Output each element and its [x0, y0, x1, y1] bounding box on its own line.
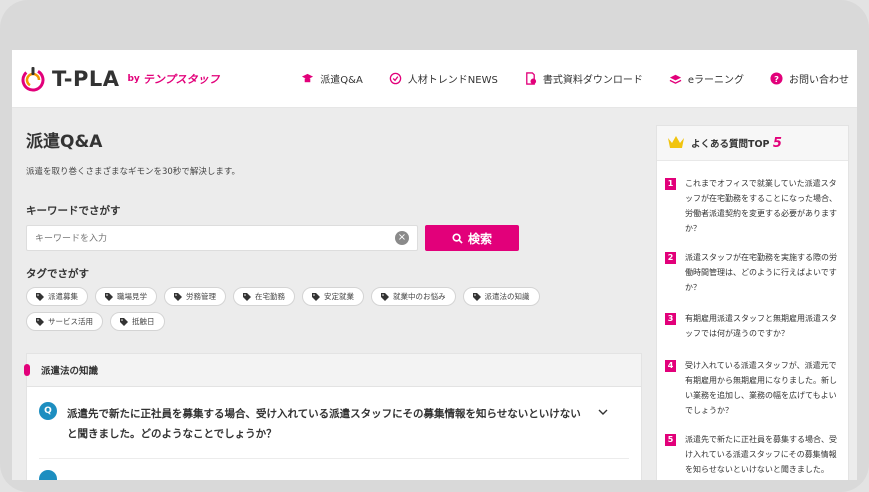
tag-icon	[472, 292, 481, 301]
tag-chip-label: 派遣募集	[48, 292, 78, 301]
tag-chip[interactable]: 労務管理	[164, 287, 226, 306]
nav-qa-label: 派遣Q&A	[320, 75, 363, 86]
sidebar-title-number: 5	[772, 136, 782, 151]
rank-number: 5	[665, 434, 676, 446]
rank-number: 1	[665, 178, 676, 190]
tag-icon	[174, 292, 182, 301]
logo-text: T-PLA	[52, 67, 120, 91]
tag-chip-label: 派遣法の知識	[484, 292, 530, 301]
faq-item-text: 派遣先で新たに正社員を募集する場合、受け入れている派遣スタッフにその募集情報を知…	[685, 435, 837, 474]
faq-item-text: 受け入れている派遣スタッフが、派遣元で有期雇用から無期雇用になりました。新しい業…	[685, 361, 837, 415]
tag-chip[interactable]: 安定就業	[302, 287, 364, 306]
question-line-1: 派遣先で新たに正社員を募集する場合、受け入れている派遣スタッフにその募集情報を知…	[67, 408, 581, 420]
document-download-icon	[525, 72, 536, 85]
search-icon	[452, 232, 463, 244]
books-icon	[669, 74, 682, 84]
tag-chip[interactable]: 職場見学	[95, 287, 157, 306]
tag-icon	[36, 292, 44, 301]
chevron-down-icon[interactable]	[597, 406, 609, 418]
main-content: 派遣Q&A 派遣を取り巻くさまざまなギモンを30秒で解決します。 キーワードでさ…	[24, 107, 642, 480]
sidebar-header: よくある質問TOP 5	[657, 126, 848, 161]
svg-text:?: ?	[774, 74, 779, 84]
sidebar-title: よくある質問TOP 5	[691, 136, 782, 151]
tag-chip[interactable]: 派遣法の知識	[462, 287, 540, 306]
tag-chip-label: 抵触日	[132, 317, 155, 326]
tag-chip-label: 労務管理	[186, 292, 216, 301]
tag-chip-label: 在宅勤務	[255, 292, 285, 301]
tag-chip-label: 職場見学	[117, 292, 147, 301]
nav-download-label: 書式資料ダウンロード	[542, 75, 643, 86]
rank-number: 4	[665, 360, 676, 372]
tag-chip[interactable]: サービス活用	[26, 312, 103, 331]
keyword-search-label: キーワードでさがす	[26, 205, 121, 217]
browser-viewport: T-PLA by テンプスタッフ 派遣Q&A 人材トレンドNEWS 書式資料ダウ…	[12, 50, 857, 480]
faq-item-text: これまでオフィスで就業していた派遣スタッフが在宅勤務をすることになった場合、労働…	[685, 179, 837, 233]
check-circle-icon	[389, 72, 402, 85]
main-nav: 派遣Q&A 人材トレンドNEWS 書式資料ダウンロード eラーニング ? お問い…	[301, 50, 849, 107]
section-marker	[24, 364, 30, 376]
search-button-label: 検索	[467, 231, 492, 246]
tag-icon	[381, 292, 389, 301]
site-header: T-PLA by テンプスタッフ 派遣Q&A 人材トレンドNEWS 書式資料ダウ…	[12, 50, 857, 108]
tag-icon	[105, 292, 113, 301]
faq-item-text: 有期雇用派遣スタッフと無期雇用派遣スタッフでは何が違うのですか？	[685, 314, 837, 338]
qa-section: 派遣法の知識 Q 派遣先で新たに正社員を募集する場合、受け入れている派遣スタッフ…	[24, 353, 642, 480]
rank-number: 3	[665, 313, 676, 325]
question-text: 派遣先で新たに正社員を募集する場合、受け入れている派遣スタッフにその募集情報を知…	[67, 404, 597, 444]
question-icon: ?	[770, 72, 783, 85]
nav-elearning-label: eラーニング	[687, 75, 744, 86]
device-frame: T-PLA by テンプスタッフ 派遣Q&A 人材トレンドNEWS 書式資料ダウ…	[0, 0, 869, 492]
tag-chip-label: 就業中のお悩み	[393, 292, 446, 301]
page-title: 派遣Q&A	[26, 132, 103, 152]
question-line-2: と聞きました。どのようなことでしょうか？	[67, 428, 277, 440]
site-logo[interactable]: T-PLA by テンプスタッフ	[20, 64, 219, 94]
rank-number: 2	[665, 252, 676, 264]
tag-icon	[312, 292, 320, 301]
nav-trend-news-label: 人材トレンドNEWS	[407, 75, 498, 86]
faq-top5-sidebar: よくある質問TOP 5 1 これまでオフィスで就業していた派遣スタッフが在宅勤務…	[656, 125, 849, 480]
search-box: ×	[26, 225, 418, 252]
logo-ring-icon	[21, 67, 45, 92]
faq-item-text: 派遣スタッフが在宅勤務を実施する際の労働時間管理は、どのように行えばよいですか？	[685, 253, 837, 292]
search-input[interactable]	[33, 226, 387, 252]
nav-trend-news[interactable]: 人材トレンドNEWS	[389, 71, 498, 86]
clear-icon[interactable]: ×	[395, 231, 409, 245]
divider	[39, 458, 629, 459]
search-button[interactable]: 検索	[425, 225, 519, 251]
tag-icon	[243, 292, 251, 301]
question-badge	[39, 470, 57, 480]
crown-icon	[668, 136, 684, 148]
graduation-cap-icon	[302, 73, 314, 83]
sidebar-title-text: よくある質問TOP	[691, 139, 770, 150]
tag-chip-label: サービス活用	[48, 317, 93, 326]
tag-icon	[36, 317, 44, 326]
tag-chip[interactable]: 抵触日	[110, 312, 165, 331]
page-description: 派遣を取り巻くさまざまなギモンを30秒で解決します。	[26, 167, 240, 177]
nav-contact-label: お問い合わせ	[789, 75, 849, 86]
tag-search-label: タグでさがす	[26, 268, 89, 280]
nav-elearning[interactable]: eラーニング	[669, 71, 744, 86]
nav-contact[interactable]: ? お問い合わせ	[770, 71, 849, 86]
tag-list: 派遣募集 職場見学 労務管理 在宅勤務 安定就業 就業中のお悩み 派遣法の知識 …	[26, 287, 586, 331]
tag-chip-label: 安定就業	[324, 292, 354, 301]
nav-qa[interactable]: 派遣Q&A	[301, 71, 363, 86]
tag-chip[interactable]: 在宅勤務	[233, 287, 295, 306]
nav-download[interactable]: 書式資料ダウンロード	[524, 71, 643, 86]
tag-chip[interactable]: 就業中のお悩み	[371, 287, 456, 306]
logo-brand: テンプスタッフ	[142, 73, 220, 86]
qa-section-header: 派遣法の知識	[24, 354, 641, 387]
tag-icon	[120, 317, 128, 326]
qa-section-title: 派遣法の知識	[41, 366, 99, 377]
tag-chip[interactable]: 派遣募集	[26, 287, 88, 306]
logo-by: by	[127, 74, 140, 84]
question-item[interactable]: Q 派遣先で新たに正社員を募集する場合、受け入れている派遣スタッフにその募集情報…	[39, 398, 629, 448]
question-badge: Q	[39, 402, 57, 420]
